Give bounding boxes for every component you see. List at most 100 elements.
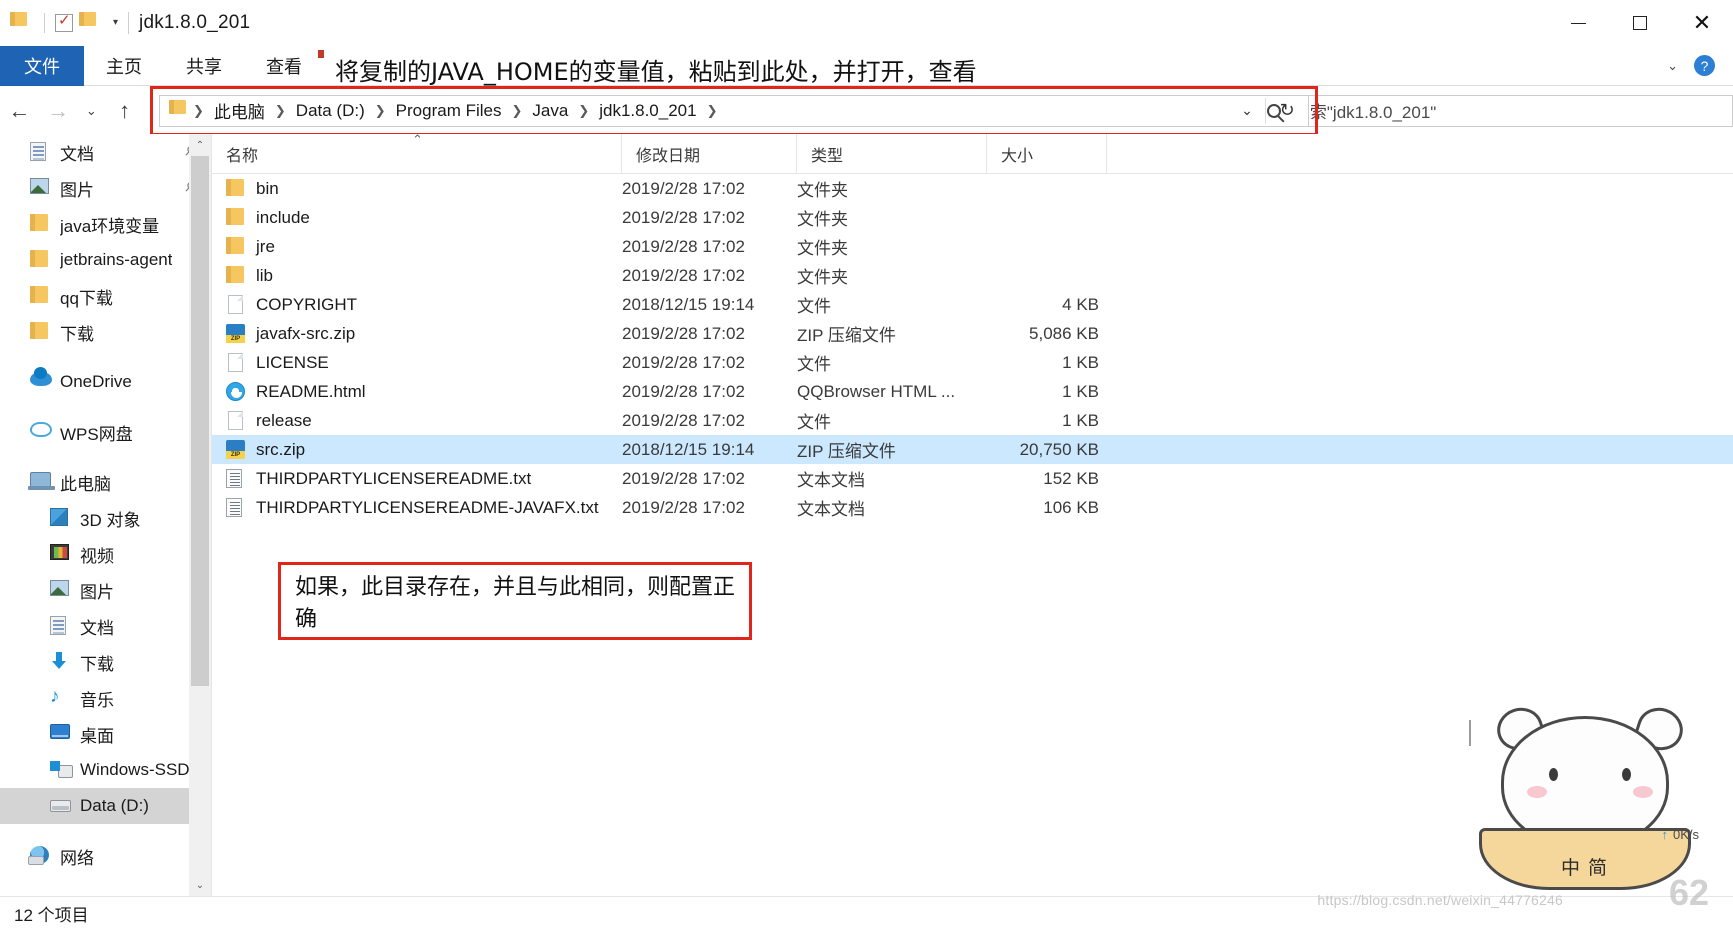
cell-type: 文本文档 <box>797 500 865 519</box>
videos-icon <box>50 544 71 564</box>
table-row[interactable]: include 2019/2/28 17:02 文件夹 <box>212 203 1733 232</box>
search-input[interactable]: 搜索"jdk1.8.0_201" <box>1293 98 1436 123</box>
cell-type: QQBrowser HTML ... <box>797 381 956 401</box>
sidebar-item-label: OneDrive <box>60 372 132 391</box>
file-name-label: release <box>256 410 312 430</box>
scrollbar-thumb[interactable] <box>191 156 209 686</box>
cell-name: lib <box>212 265 622 286</box>
cell-name: COPYRIGHT <box>212 294 622 315</box>
sidebar-item-11[interactable]: 图片 <box>0 572 211 608</box>
new-folder-icon[interactable] <box>79 11 103 35</box>
music-icon: ♪ <box>50 686 60 707</box>
checkbox-properties-icon[interactable] <box>55 11 73 32</box>
sidebar-item-0[interactable]: 文档⚲ <box>0 134 211 170</box>
cell-name: release <box>212 410 622 431</box>
search-box[interactable]: 搜索"jdk1.8.0_201" <box>1249 94 1733 127</box>
tab-file[interactable]: 文件 <box>0 46 84 86</box>
forward-button[interactable]: → <box>39 91 78 131</box>
scroll-down-icon[interactable]: ⌄ <box>189 874 211 896</box>
sidebar-item-17[interactable]: Data (D:) <box>0 788 211 824</box>
help-icon[interactable]: ? <box>1694 55 1715 76</box>
chevron-down-icon[interactable]: ▾ <box>109 18 122 28</box>
quick-access-toolbar: ▾ <box>0 0 122 46</box>
3d-objects-icon <box>50 508 71 528</box>
sidebar-item-7[interactable]: WPS网盘 <box>0 414 211 450</box>
cell-type: 文件 <box>797 297 831 316</box>
scroll-up-icon[interactable]: ⌃ <box>189 134 211 156</box>
table-row[interactable]: README.html 2019/2/28 17:02 QQBrowser HTML… <box>212 377 1733 406</box>
navigation-pane: 文档⚲图片⚲ java环境变量 jetbrains-agent qq下载下载 OneDr… <box>0 134 212 896</box>
sidebar-item-13[interactable]: 下载 <box>0 644 211 680</box>
file-icon <box>226 294 246 315</box>
minimize-button[interactable] <box>1547 0 1609 46</box>
sidebar-item-label: jetbrains-agent <box>60 250 173 269</box>
text-caret <box>1469 720 1471 746</box>
sidebar-item-16[interactable]: Windows-SSD ( <box>0 752 211 788</box>
sidebar-item-label: 图片 <box>60 180 94 200</box>
sidebar-item-4[interactable]: qq下载 <box>0 278 211 314</box>
sidebar-item-15[interactable]: 桌面 <box>0 716 211 752</box>
table-row[interactable]: LICENSE 2019/2/28 17:02 文件 1 KB <box>212 348 1733 377</box>
column-header-date[interactable]: 修改日期 <box>622 133 797 174</box>
breadcrumb-item-1[interactable]: Data (D:) <box>290 99 371 123</box>
cell-name: include <box>212 207 622 228</box>
sidebar-item-10[interactable]: 视频 <box>0 536 211 572</box>
recent-locations-button[interactable]: ⌄ <box>78 91 106 131</box>
table-row[interactable]: javafx-src.zip 2019/2/28 17:02 ZIP 压缩文件 5,0… <box>212 319 1733 348</box>
table-row[interactable]: THIRDPARTYLICENSEREADME.txt 2019/2/28 17:… <box>212 464 1733 493</box>
breadcrumb-item-4[interactable]: jdk1.8.0_201 <box>593 99 702 123</box>
table-row[interactable]: THIRDPARTYLICENSEREADME-JAVAFX.txt 2019/2… <box>212 493 1733 522</box>
window-controls: ✕ <box>1547 0 1733 46</box>
desktop-icon <box>50 724 71 744</box>
navigation-pane-scrollbar[interactable]: ⌃ ⌄ <box>189 134 211 896</box>
sidebar-item-12[interactable]: 文档 <box>0 608 211 644</box>
close-button[interactable]: ✕ <box>1671 0 1733 46</box>
chevron-down-icon[interactable]: ⌄ <box>1229 102 1265 119</box>
breadcrumb-item-0[interactable]: 此电脑 <box>208 96 271 125</box>
chevron-down-icon[interactable]: ⌄ <box>1667 58 1678 74</box>
sidebar-item-8[interactable]: 此电脑 <box>0 464 211 500</box>
sidebar-item-label: Data (D:) <box>80 796 149 815</box>
sidebar-item-3[interactable]: jetbrains-agent <box>0 242 211 278</box>
sidebar-item-5[interactable]: 下载 <box>0 314 211 350</box>
sidebar-item-18[interactable]: 网络 <box>0 838 211 874</box>
tab-share[interactable]: 共享 <box>164 46 244 86</box>
column-header-type[interactable]: 类型 <box>797 133 987 174</box>
back-button[interactable]: ← <box>0 91 39 131</box>
tab-view[interactable]: 查看 <box>244 46 324 86</box>
sidebar-item-label: Windows-SSD ( <box>80 760 200 779</box>
table-row[interactable]: COPYRIGHT 2018/12/15 19:14 文件 4 KB <box>212 290 1733 319</box>
table-row[interactable]: jre 2019/2/28 17:02 文件夹 <box>212 232 1733 261</box>
zip-icon <box>226 323 246 344</box>
cell-name: bin <box>212 178 622 199</box>
cell-date: 2019/2/28 17:02 <box>622 265 745 285</box>
up-button[interactable]: ↑ <box>105 91 144 131</box>
address-bar[interactable]: ❯ 此电脑 ❯ Data (D:) ❯ Program Files ❯ Java… <box>158 94 1309 127</box>
breadcrumb-separator: ❯ <box>374 102 386 118</box>
document-icon <box>50 616 71 636</box>
sidebar-item-9[interactable]: 3D 对象 <box>0 500 211 536</box>
tab-home[interactable]: 主页 <box>84 46 164 86</box>
sidebar-item-label: 此电脑 <box>60 474 111 494</box>
sidebar-item-6[interactable]: OneDrive <box>0 364 211 400</box>
cell-name: javafx-src.zip <box>212 323 622 344</box>
html-icon <box>226 381 246 402</box>
sidebar-item-14[interactable]: ♪ 音乐 <box>0 680 211 716</box>
ribbon-actions: ⌄ ? <box>1667 46 1733 85</box>
cell-size: 1 KB <box>1062 381 1099 401</box>
table-row[interactable]: lib 2019/2/28 17:02 文件夹 <box>212 261 1733 290</box>
breadcrumb-item-3[interactable]: Java <box>526 99 574 123</box>
table-row[interactable]: src.zip 2018/12/15 19:14 ZIP 压缩文件 20,750 KB <box>212 435 1733 464</box>
sidebar-item-2[interactable]: java环境变量 <box>0 206 211 242</box>
breadcrumb-item-2[interactable]: Program Files <box>390 99 508 123</box>
column-header-size[interactable]: 大小 <box>987 133 1107 174</box>
divider <box>128 12 130 34</box>
maximize-button[interactable] <box>1609 0 1671 46</box>
table-row[interactable]: release 2019/2/28 17:02 文件 1 KB <box>212 406 1733 435</box>
sidebar-item-1[interactable]: 图片⚲ <box>0 170 211 206</box>
table-row[interactable]: bin 2019/2/28 17:02 文件夹 <box>212 174 1733 203</box>
network-icon <box>28 846 51 866</box>
file-name-label: jre <box>256 236 275 256</box>
file-name-label: src.zip <box>256 439 306 459</box>
